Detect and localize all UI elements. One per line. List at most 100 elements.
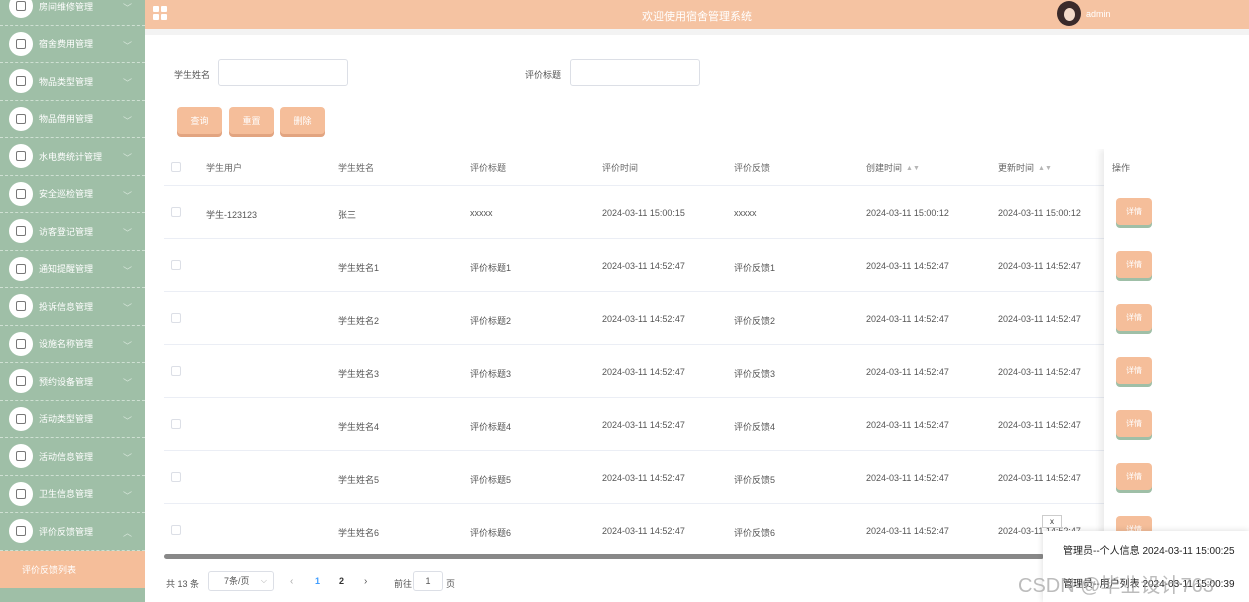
cell-eval-time: 2024-03-11 14:52:47 [602, 420, 685, 430]
sidebar-subitem-feedback-add[interactable]: 评价反馈添加 [0, 588, 145, 602]
next-page-icon[interactable]: › [364, 576, 367, 587]
chevron-down-icon: ﹀ [122, 265, 132, 276]
row-checkbox[interactable] [171, 525, 181, 535]
page-number-2[interactable]: 2 [339, 576, 344, 586]
header-updated-label: 更新时间 [998, 163, 1035, 173]
detail-button[interactable]: 详情 [1116, 251, 1152, 278]
detail-button[interactable]: 详情 [1116, 357, 1152, 384]
detail-button[interactable]: 详情 [1116, 463, 1152, 490]
cell-created: 2024-03-11 14:52:47 [866, 261, 949, 271]
student-name-input[interactable] [218, 59, 348, 86]
notification-line[interactable]: 管理员--个人信息 2024-03-11 15:00:25 [1063, 542, 1235, 557]
query-button[interactable]: 查询 [177, 107, 222, 134]
student-name-label: 学生姓名 [174, 70, 211, 80]
note-icon [9, 69, 33, 94]
sidebar: 房间维修管理 ﹀ 宿舍费用管理 ﹀ 物品类型管理 ﹀ 物品借用管理 ﹀ 水电费统计管理 ﹀ 安全巡检… [0, 0, 145, 602]
sidebar-item[interactable]: 活动信息管理 ﹀ [0, 438, 145, 476]
row-checkbox[interactable] [171, 366, 181, 376]
cell-updated: 2024-03-11 14:52:47 [998, 367, 1081, 377]
sidebar-item[interactable]: 物品借用管理 ﹀ [0, 101, 145, 138]
horizontal-scrollbar[interactable] [164, 554, 1044, 559]
sidebar-item[interactable]: 评价反馈管理 ︿ [0, 513, 145, 551]
detail-button[interactable]: 详情 [1116, 198, 1152, 225]
row-checkbox[interactable] [171, 260, 181, 270]
sidebar-item[interactable]: 物品类型管理 ﹀ [0, 63, 145, 101]
chevron-down-icon: ﹀ [122, 340, 132, 351]
select-all-checkbox[interactable] [171, 162, 181, 172]
sidebar-item[interactable]: 安全巡检管理 ﹀ [0, 176, 145, 213]
note-icon [9, 331, 33, 356]
operation-column: 操作 详情 详情 详情 详情 详情 详情 详情 [1104, 149, 1238, 549]
row-checkbox[interactable] [171, 207, 181, 217]
sidebar-item[interactable]: 设施名称管理 ﹀ [0, 326, 145, 363]
page-number-1[interactable]: 1 [315, 576, 320, 586]
sidebar-item[interactable]: 访客登记管理 ﹀ [0, 213, 145, 251]
chevron-down-icon: ﹀ [122, 78, 132, 89]
chevron-down-icon: ﹀ [122, 415, 132, 426]
sidebar-item[interactable]: 活动类型管理 ﹀ [0, 401, 145, 438]
table-row: 学生姓名4 评价标题4 2024-03-11 14:52:47 评价反馈4 2024-0… [164, 398, 1238, 451]
note-icon [9, 481, 33, 506]
close-icon[interactable]: x [1042, 515, 1062, 528]
sidebar-item[interactable]: 房间维修管理 ﹀ [0, 0, 145, 26]
header-operation: 操作 [1112, 163, 1131, 173]
header-updated[interactable]: 更新时间 ▲▼ [998, 161, 1052, 174]
sidebar-item[interactable]: 投诉信息管理 ﹀ [0, 288, 145, 326]
sidebar-item-label: 评价反馈管理 [39, 526, 94, 537]
chevron-down-icon: ⌵ [260, 576, 267, 585]
note-icon [9, 369, 33, 394]
header-student-user: 学生用户 [206, 163, 243, 173]
sidebar-item-label: 活动类型管理 [39, 414, 94, 425]
admin-username[interactable]: admin [1086, 9, 1111, 19]
row-checkbox[interactable] [171, 313, 181, 323]
cell-updated: 2024-03-11 14:52:47 [998, 473, 1081, 483]
cell-feedback: 评价反馈4 [734, 422, 776, 432]
sidebar-item[interactable]: 通知提醒管理 ﹀ [0, 251, 145, 288]
cell-feedback: 评价反馈1 [734, 263, 776, 273]
header-title: 评价标题 [470, 163, 507, 173]
sidebar-item-label: 投诉信息管理 [39, 301, 94, 312]
cell-eval-time: 2024-03-11 14:52:47 [602, 526, 685, 536]
sidebar-item[interactable]: 预约设备管理 ﹀ [0, 363, 145, 401]
sidebar-item-label: 访客登记管理 [39, 226, 94, 237]
cell-updated: 2024-03-11 14:52:47 [998, 261, 1081, 271]
header-created[interactable]: 创建时间 ▲▼ [866, 161, 920, 174]
note-icon [9, 181, 33, 206]
reset-button[interactable]: 重置 [229, 107, 274, 134]
table-row: 学生姓名1 评价标题1 2024-03-11 14:52:47 评价反馈1 2024-0… [164, 239, 1238, 292]
prev-page-icon[interactable]: ‹ [290, 576, 293, 587]
delete-button[interactable]: 删除 [280, 107, 325, 134]
note-icon [9, 219, 33, 244]
detail-button[interactable]: 详情 [1116, 410, 1152, 437]
avatar[interactable] [1057, 1, 1081, 26]
note-icon [9, 0, 33, 19]
cell-feedback: xxxxx [734, 208, 757, 218]
header-student-name: 学生姓名 [338, 163, 375, 173]
cell-student-name: 学生姓名3 [338, 369, 380, 379]
note-icon [9, 256, 33, 281]
cell-student-name: 学生姓名2 [338, 316, 380, 326]
sort-caret-icon[interactable]: ▲▼ [1038, 165, 1052, 172]
row-checkbox[interactable] [171, 472, 181, 482]
goto-page-input[interactable]: 1 [413, 571, 443, 591]
sidebar-item[interactable]: 宿舍费用管理 ﹀ [0, 26, 145, 63]
chevron-up-icon: ︿ [122, 528, 132, 539]
sidebar-item-label: 卫生信息管理 [39, 489, 94, 500]
title-input[interactable] [570, 59, 700, 86]
sidebar-item[interactable]: 水电费统计管理 ﹀ [0, 138, 145, 176]
chevron-down-icon: ﹀ [122, 303, 132, 314]
note-icon [9, 519, 33, 544]
cell-feedback: 评价反馈5 [734, 475, 776, 485]
sidebar-item-label: 房间维修管理 [39, 1, 94, 12]
chevron-down-icon: ﹀ [122, 490, 132, 501]
cell-eval-time: 2024-03-11 14:52:47 [602, 261, 685, 271]
cell-eval-time: 2024-03-11 14:52:47 [602, 367, 685, 377]
sort-caret-icon[interactable]: ▲▼ [906, 165, 920, 172]
note-icon [9, 106, 33, 131]
sidebar-item[interactable]: 卫生信息管理 ﹀ [0, 476, 145, 513]
sidebar-subitem-feedback-list[interactable]: 评价反馈列表 [0, 550, 145, 588]
table-row: 学生姓名3 评价标题3 2024-03-11 14:52:47 评价反馈3 2024-0… [164, 345, 1238, 398]
detail-button[interactable]: 详情 [1116, 304, 1152, 331]
page-size-select[interactable]: 7条/页 ⌵ [208, 571, 274, 591]
row-checkbox[interactable] [171, 419, 181, 429]
